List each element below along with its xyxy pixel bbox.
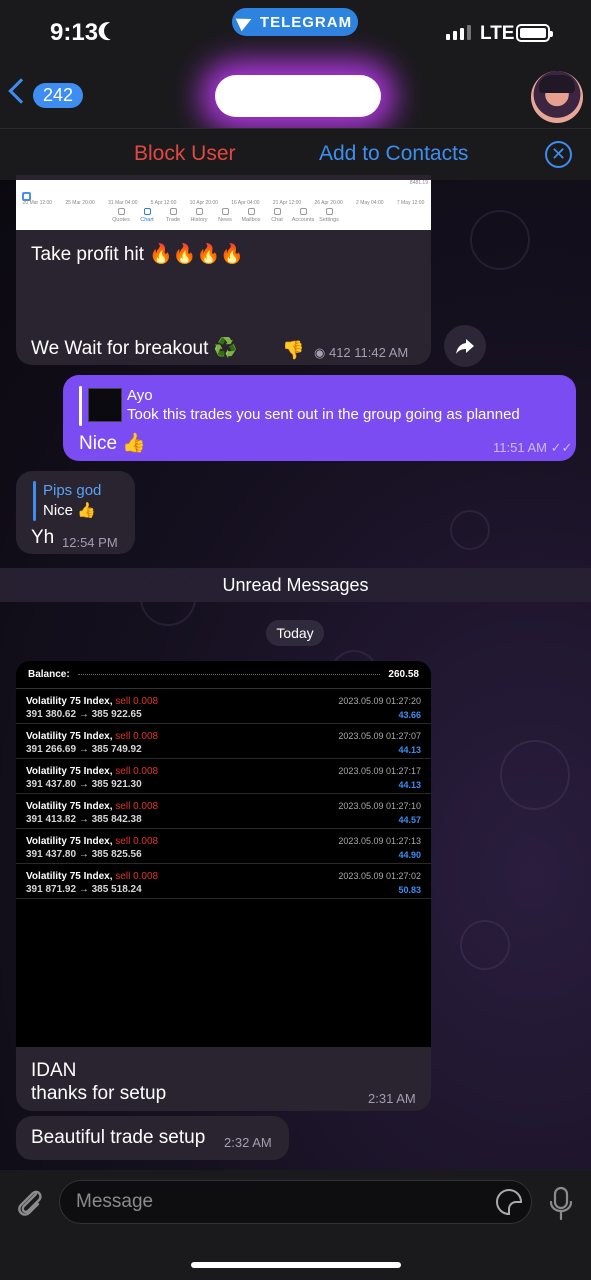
doodle [470, 210, 530, 270]
tab-chart: Chart [137, 208, 157, 223]
tab-mailbox: Mailbox [241, 208, 261, 223]
message-input[interactable] [76, 1181, 476, 1223]
axis-tick: 25 Mar 20:00 [65, 200, 95, 206]
tab-accounts: Accounts [292, 208, 314, 223]
block-user-button[interactable]: Block User [134, 142, 236, 166]
message-time: 11:42 AM [354, 345, 409, 360]
balance-row: Balance: 260.58 [16, 661, 431, 689]
close-icon[interactable]: ✕ [545, 141, 572, 168]
chart-price-label: 8481.19 [409, 180, 428, 186]
redacted-chat-name[interactable] [215, 75, 381, 117]
trade-history-screenshot[interactable]: Balance: 260.58 Volatility 75 Index, sel… [16, 661, 431, 1047]
message-time: 11:51 AM [493, 440, 547, 455]
axis-tick: 10 Apr 20:00 [189, 200, 218, 206]
axis-tick: 16 Apr 04:00 [231, 200, 260, 206]
message-text: IDAN [31, 1060, 77, 1081]
home-indicator[interactable] [191, 1262, 401, 1268]
reply-indicator [33, 481, 36, 521]
trade-row: Volatility 75 Index, sell 0.008 391 413.… [16, 794, 431, 829]
axis-tick: 26 Apr 20:00 [314, 200, 343, 206]
message-time: 2:32 AM [224, 1135, 272, 1150]
tab-trade: Trade [163, 208, 183, 223]
microphone-icon[interactable] [549, 1186, 573, 1222]
doodle [460, 920, 510, 970]
tab-history: History [189, 208, 209, 223]
tab-quotes: Quotes [111, 208, 131, 223]
share-button[interactable] [444, 325, 486, 367]
message-field[interactable] [59, 1180, 532, 1224]
reply-author: Pips god [43, 482, 102, 499]
avatar[interactable] [531, 71, 583, 123]
message-text: Yh [31, 527, 55, 548]
axis-tick: 31 Mar 04:00 [108, 200, 138, 206]
sticker-icon[interactable] [496, 1189, 522, 1215]
clock: 9:13 [50, 19, 99, 46]
battery-icon [516, 24, 553, 42]
app-tab-bar: Quotes Chart Trade History News Mailbox … [111, 208, 339, 223]
chat-header: 242 [0, 60, 591, 128]
doodle [500, 740, 570, 810]
dotted-leader [77, 674, 381, 675]
telegram-pill[interactable]: TELEGRAM [232, 8, 358, 36]
reply-author: Ayo [127, 387, 153, 404]
axis-tick: 5 Apr 12:00 [150, 200, 177, 206]
contact-action-bar: Block User Add to Contacts ✕ [0, 128, 591, 180]
trade-row: Volatility 75 Index, sell 0.008 391 380.… [16, 689, 431, 724]
share-arrow-icon [456, 339, 474, 354]
chart-screenshot[interactable]: 8481.19 20 Mar 12:00 25 Mar 20:00 31 Mar… [16, 180, 431, 230]
reply-indicator [79, 386, 82, 426]
telegram-icon [235, 12, 255, 32]
message-meta: 11:51 AM ✓✓ [493, 440, 572, 456]
app-pill-label: TELEGRAM [259, 13, 353, 31]
tab-settings: Settings [319, 208, 339, 223]
reply-thumbnail [88, 388, 122, 422]
trade-row: Volatility 75 Index, sell 0.008 391 437.… [16, 759, 431, 794]
moon-icon [101, 19, 124, 42]
signal-icon [446, 25, 471, 40]
message-text: We Wait for breakout ♻️ [31, 338, 238, 359]
unread-separator: Unread Messages [0, 568, 591, 602]
date-chip: Today [266, 620, 324, 646]
axis-tick: 2 May 04:00 [356, 200, 384, 206]
reaction-emoji[interactable]: 👎 [282, 340, 304, 361]
chart-axis: 20 Mar 12:00 25 Mar 20:00 31 Mar 04:00 5… [16, 200, 431, 206]
message-time: 12:54 PM [62, 535, 118, 550]
view-count: 412 [328, 345, 351, 360]
composer-bar [0, 1170, 591, 1280]
message-text: thanks for setup [31, 1083, 167, 1104]
network-label: LTE [480, 23, 515, 44]
add-to-contacts-button[interactable]: Add to Contacts [319, 142, 468, 166]
read-checkmarks-icon: ✓✓ [550, 440, 573, 455]
reply-preview: Took this trades you sent out in the gro… [127, 406, 520, 423]
message-time: 2:31 AM [368, 1091, 416, 1106]
attachment-icon[interactable] [14, 1184, 44, 1220]
doodle [450, 510, 490, 550]
message-text: Take profit hit 🔥🔥🔥🔥 [31, 244, 244, 265]
axis-tick: 20 Mar 12:00 [22, 200, 53, 206]
unread-count-badge[interactable]: 242 [33, 83, 84, 108]
axis-tick: 21 Apr 12:00 [272, 200, 302, 206]
axis-tick: 7 May 12:00 [396, 200, 425, 206]
trade-row: Volatility 75 Index, sell 0.008 391 266.… [16, 724, 431, 759]
message-text: Beautiful trade setup [31, 1127, 206, 1148]
trade-row: Volatility 75 Index, sell 0.008 391 871.… [16, 864, 431, 899]
trade-row: Volatility 75 Index, sell 0.008 391 437.… [16, 829, 431, 864]
back-chevron-icon[interactable] [8, 78, 34, 104]
tab-chat: Chat [267, 208, 287, 223]
balance-value: 260.58 [388, 669, 419, 680]
reply-preview: Nice 👍 [43, 502, 96, 519]
balance-label: Balance: [28, 669, 70, 680]
tab-news: News [215, 208, 235, 223]
message-meta: ◉ 412 11:42 AM [314, 345, 408, 361]
eye-icon: ◉ [314, 345, 326, 360]
message-text: Nice 👍 [79, 433, 146, 454]
